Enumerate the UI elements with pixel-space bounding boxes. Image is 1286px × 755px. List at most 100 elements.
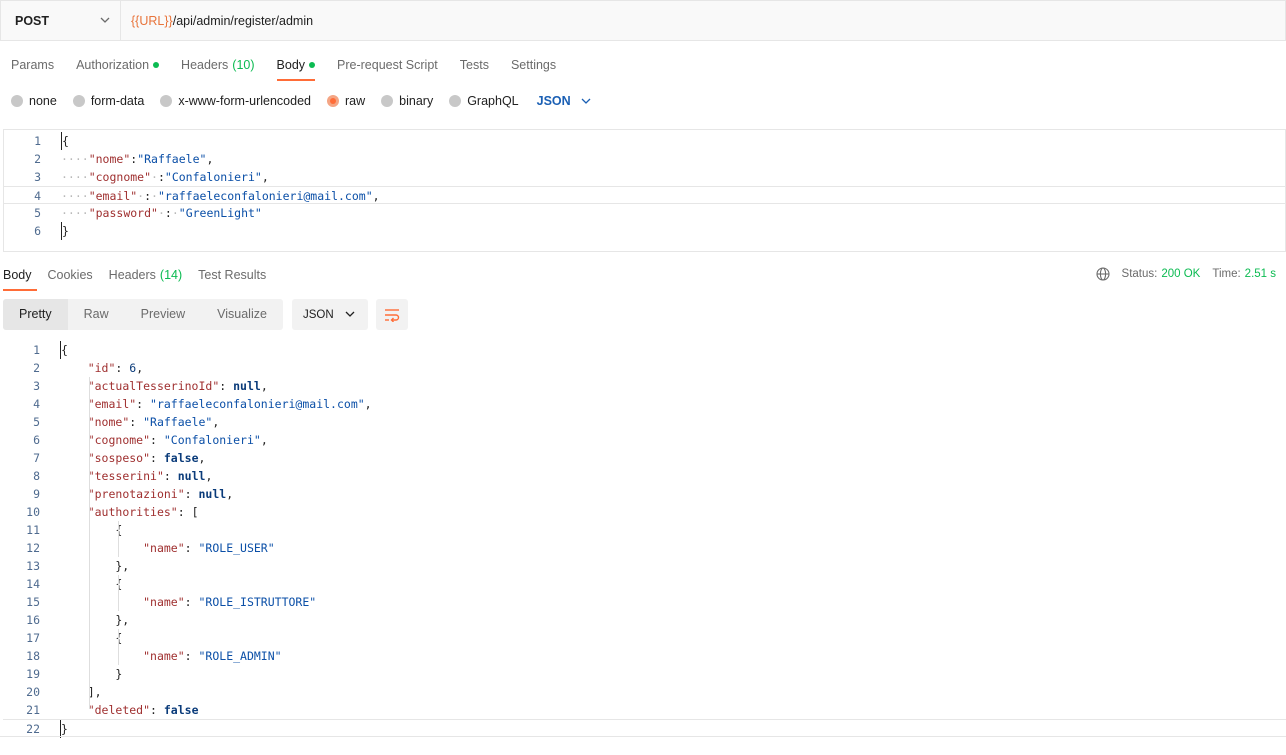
code-text: "nome": "Raffaele", bbox=[60, 413, 220, 431]
code-token: , bbox=[198, 451, 206, 465]
code-token: "ROLE_ISTRUTTORE" bbox=[198, 595, 317, 609]
status-value[interactable]: 200 OK bbox=[1161, 268, 1200, 280]
tab-label: Body bbox=[276, 58, 306, 72]
view-mode-preview[interactable]: Preview bbox=[125, 299, 201, 330]
code-token: { bbox=[62, 134, 69, 148]
view-mode-pretty[interactable]: Pretty bbox=[3, 299, 68, 330]
tab-authorization[interactable]: Authorization bbox=[65, 52, 170, 78]
radio-circle-icon bbox=[160, 95, 173, 107]
radio-form-data[interactable]: form-data bbox=[72, 94, 144, 108]
code-token: , bbox=[136, 361, 144, 375]
globe-icon[interactable] bbox=[1095, 267, 1110, 281]
line-number: 4 bbox=[33, 397, 40, 411]
code-token: : bbox=[184, 595, 199, 609]
code-token: false bbox=[163, 451, 199, 465]
radio-graphql[interactable]: GraphQL bbox=[449, 94, 519, 108]
radio-circle-icon bbox=[381, 95, 394, 107]
response-tab-test-results[interactable]: Test Results bbox=[190, 262, 274, 288]
tab-body[interactable]: Body bbox=[266, 52, 327, 81]
code-token: : bbox=[184, 487, 199, 501]
code-text: { bbox=[60, 575, 122, 593]
view-mode-visualize[interactable]: Visualize bbox=[201, 299, 283, 330]
radio-x-www-form-urlencoded[interactable]: x-www-form-urlencoded bbox=[160, 94, 311, 108]
radio-label: none bbox=[29, 94, 57, 108]
method-select[interactable]: POST bbox=[1, 1, 121, 40]
code-token: , bbox=[261, 170, 269, 184]
code-text: "authorities": [ bbox=[60, 503, 199, 521]
line-number: 21 bbox=[26, 703, 40, 717]
response-tab-cookies[interactable]: Cookies bbox=[40, 262, 101, 288]
code-token: : bbox=[157, 170, 165, 184]
request-body-editor[interactable]: 1{2 ····"nome":"Raffaele", 3 ····"cognome"·… bbox=[3, 129, 1286, 252]
line-number: 3 bbox=[33, 379, 40, 393]
wrap-lines-button[interactable] bbox=[376, 299, 408, 330]
code-token: : bbox=[150, 451, 164, 465]
code-line: 9 "prenotazioni": null, bbox=[3, 485, 1286, 503]
line-number: 15 bbox=[26, 595, 40, 609]
radio-none[interactable]: none bbox=[11, 94, 57, 108]
code-text: "prenotazioni": null, bbox=[60, 485, 233, 503]
tab-settings[interactable]: Settings bbox=[500, 52, 567, 78]
request-tabs: Params Authorization Headers (10) Body Pre-re… bbox=[0, 52, 567, 82]
view-mode-raw[interactable]: Raw bbox=[68, 299, 125, 330]
code-line: 4 ····"email"·:·"raffaeleconfalonieri@mai… bbox=[4, 186, 1285, 204]
line-number: 7 bbox=[33, 451, 40, 465]
url-input[interactable]: {{URL}} /api/admin/register/admin bbox=[121, 1, 313, 40]
code-line: 17 { bbox=[3, 629, 1286, 647]
line-number: 18 bbox=[26, 649, 40, 663]
response-tab-headers[interactable]: Headers (14) bbox=[101, 262, 190, 288]
url-path: /api/admin/register/admin bbox=[172, 13, 314, 28]
code-text: ····"password"·:·"GreenLight" bbox=[61, 204, 262, 222]
code-text: "sospeso": false, bbox=[60, 449, 206, 467]
code-token: , bbox=[260, 379, 268, 393]
code-line: 20 ], bbox=[3, 683, 1286, 701]
tab-label: Settings bbox=[510, 58, 557, 72]
line-number: 20 bbox=[26, 685, 40, 699]
radio-label: binary bbox=[399, 94, 434, 108]
line-number: 16 bbox=[26, 613, 40, 627]
code-text: "name": "ROLE_ADMIN" bbox=[60, 647, 282, 665]
line-number: 6 bbox=[34, 224, 41, 238]
code-line: 1{ bbox=[3, 341, 1286, 359]
radio-label: raw bbox=[345, 94, 366, 108]
line-number: 5 bbox=[34, 206, 41, 220]
code-token: : [ bbox=[177, 505, 199, 519]
code-token: "nome" bbox=[88, 152, 131, 166]
code-text: { bbox=[60, 521, 122, 539]
code-token: null bbox=[233, 379, 261, 393]
line-number: 8 bbox=[33, 469, 40, 483]
radio-binary[interactable]: binary bbox=[381, 94, 433, 108]
code-token: { bbox=[60, 577, 123, 591]
format-select[interactable]: JSON bbox=[292, 299, 368, 330]
code-token: : bbox=[144, 189, 152, 203]
code-token: "sospeso" bbox=[87, 451, 151, 465]
chevron-down-icon bbox=[581, 98, 591, 104]
code-token: : bbox=[150, 433, 164, 447]
time-value[interactable]: 2.51 s bbox=[1245, 268, 1276, 280]
tab-params[interactable]: Params bbox=[0, 52, 65, 78]
response-tab-body[interactable]: Body bbox=[0, 262, 40, 291]
response-body-viewer[interactable]: 1{2 "id": 6, 3 "actualTesserinoId": null,… bbox=[3, 341, 1286, 738]
status-dot-icon bbox=[309, 62, 316, 68]
tab-headers[interactable]: Headers (10) bbox=[170, 52, 265, 78]
radio-raw[interactable]: raw bbox=[327, 94, 365, 108]
line-number: 4 bbox=[34, 189, 41, 203]
code-token: "Confalonieri" bbox=[164, 170, 262, 184]
code-token: · bbox=[157, 206, 165, 220]
code-token: null bbox=[177, 469, 206, 483]
code-token: "cognome" bbox=[87, 433, 151, 447]
code-token: , bbox=[260, 433, 268, 447]
chevron-down-icon bbox=[100, 17, 110, 23]
code-token: : bbox=[115, 361, 130, 375]
code-line: 14 { bbox=[3, 575, 1286, 593]
line-number: 10 bbox=[26, 505, 40, 519]
tab-tests[interactable]: Tests bbox=[449, 52, 500, 78]
language-select[interactable]: JSON bbox=[537, 94, 591, 108]
code-token: "id" bbox=[87, 361, 116, 375]
code-line: 2 ····"nome":"Raffaele", bbox=[4, 150, 1285, 168]
tab-pre-request-script[interactable]: Pre-request Script bbox=[326, 52, 449, 78]
